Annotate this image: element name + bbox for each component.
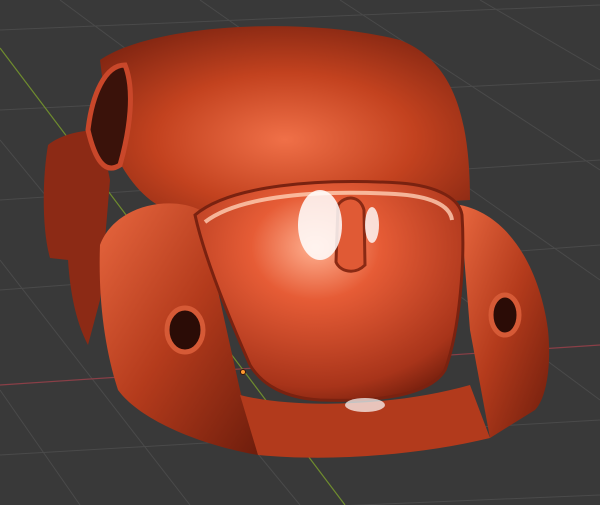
specular-highlight-small [365, 207, 379, 243]
grid-line [347, 494, 600, 505]
viewport-canvas[interactable] [0, 0, 600, 505]
side-window [85, 62, 133, 171]
origin-marker [240, 369, 246, 375]
right-headlight-socket [488, 292, 522, 338]
left-headlight-socket [164, 305, 206, 355]
grid-line [479, 0, 600, 71]
3d-viewport[interactable] [0, 0, 600, 505]
grid-line [0, 389, 81, 505]
specular-highlight [298, 190, 342, 260]
specular-highlight-lower [345, 398, 385, 412]
car-body-model[interactable] [43, 26, 550, 458]
